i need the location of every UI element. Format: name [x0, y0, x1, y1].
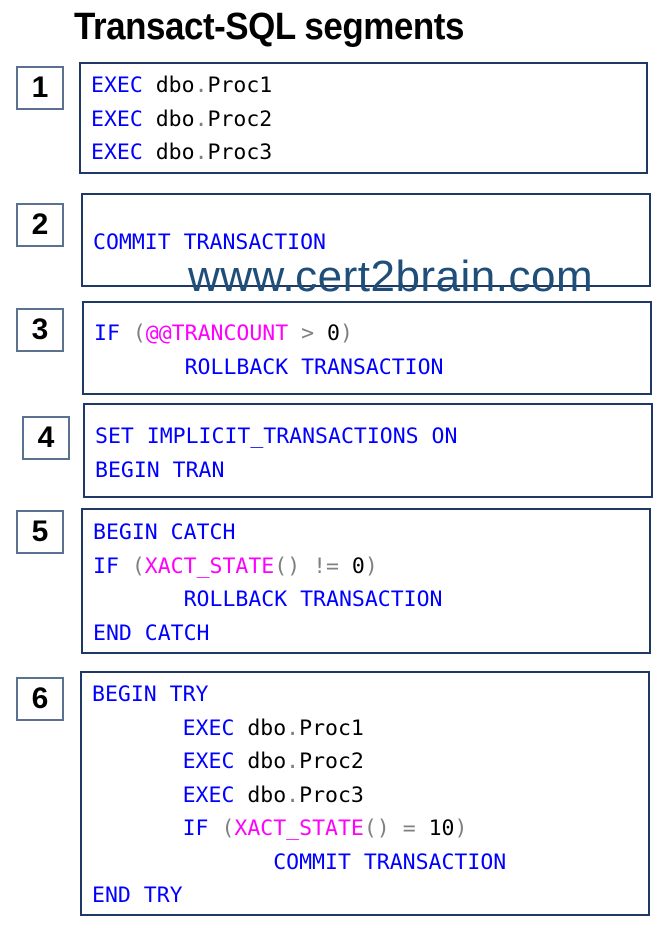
code-line: EXEC dbo.Proc3	[92, 779, 648, 813]
function-token: XACT_STATE	[234, 816, 364, 841]
code-line: EXEC dbo.Proc2	[92, 745, 648, 779]
code-line: ROLLBACK TRANSACTION	[94, 351, 650, 385]
operator-token: () =	[363, 816, 429, 841]
code-line: EXEC dbo.Proc1	[91, 69, 646, 103]
operator-token: .	[194, 73, 208, 98]
identifier-token: Proc2	[207, 106, 273, 132]
keyword-token: IF	[94, 321, 133, 346]
identifier-token: Proc1	[207, 73, 273, 98]
code-segment-4[interactable]: SET IMPLICIT_TRANSACTIONS ON BEGIN TRAN	[83, 403, 653, 498]
code-line: END CATCH	[93, 617, 649, 651]
segment-number-2: 2	[16, 203, 64, 247]
keyword-token: END TRY	[92, 883, 183, 908]
identifier-token: dbo	[234, 715, 287, 741]
operator-token: .	[286, 715, 300, 741]
keyword-token: IF	[92, 816, 222, 841]
operator-token: (	[221, 816, 235, 841]
identifier-token: dbo	[234, 782, 287, 808]
keyword-token: IF	[93, 553, 132, 579]
identifier-token: dbo	[142, 73, 195, 98]
page-title: Transact-SQL segments	[74, 6, 464, 48]
operator-token: >	[288, 321, 328, 346]
segment-number-5: 5	[16, 510, 64, 554]
code-line: END TRY	[92, 879, 648, 913]
identifier-token: 0	[351, 553, 365, 579]
keyword-token: EXEC	[91, 106, 143, 132]
code-line: BEGIN TRAN	[95, 454, 651, 488]
keyword-token: EXEC	[91, 140, 143, 165]
segment-number-4: 4	[22, 416, 70, 460]
keyword-token: ROLLBACK TRANSACTION	[94, 354, 444, 380]
keyword-token: ROLLBACK TRANSACTION	[93, 587, 443, 612]
code-line: IF (@@TRANCOUNT > 0)	[94, 317, 650, 351]
code-line: EXEC dbo.Proc1	[92, 712, 648, 746]
identifier-token: dbo	[142, 140, 195, 165]
code-line: COMMIT TRANSACTION	[92, 846, 648, 880]
keyword-token: COMMIT TRANSACTION	[92, 849, 507, 875]
operator-token: )	[454, 816, 468, 841]
code-segment-3[interactable]: IF (@@TRANCOUNT > 0) ROLLBACK TRANSACTIO…	[82, 301, 652, 395]
identifier-token: Proc1	[299, 715, 364, 741]
code-line: BEGIN TRY	[92, 678, 648, 712]
code-line: IF (XACT_STATE() = 10)	[92, 812, 648, 846]
identifier-token: Proc3	[207, 140, 273, 165]
operator-token: .	[286, 782, 300, 808]
identifier-token: Proc2	[299, 749, 364, 774]
segment-number-3: 3	[16, 308, 64, 352]
code-line: ROLLBACK TRANSACTION	[93, 583, 649, 617]
keyword-token: EXEC	[92, 749, 235, 774]
code-segment-1[interactable]: EXEC dbo.Proc1 EXEC dbo.Proc2 EXEC dbo.Pro…	[79, 62, 648, 174]
code-line: IF (XACT_STATE() != 0)	[93, 550, 649, 584]
segment-number-1: 1	[16, 66, 64, 110]
keyword-token: BEGIN TRAN	[95, 457, 225, 483]
code-line: EXEC dbo.Proc2	[91, 103, 646, 137]
keyword-token: EXEC	[92, 715, 235, 741]
function-token: @@TRANCOUNT	[145, 321, 289, 346]
keyword-token: BEGIN TRY	[92, 682, 209, 707]
code-segment-5[interactable]: BEGIN CATCH IF (XACT_STATE() != 0) ROLLBA…	[81, 508, 651, 654]
operator-token: .	[194, 140, 208, 165]
identifier-token: dbo	[142, 106, 195, 132]
keyword-token: EXEC	[92, 782, 235, 808]
watermark-text: www.cert2brain.com	[188, 252, 594, 301]
code-segment-6[interactable]: BEGIN TRY EXEC dbo.Proc1 EXEC dbo.Proc2 …	[80, 671, 650, 916]
code-line: SET IMPLICIT_TRANSACTIONS ON	[95, 420, 651, 454]
segment-number-6: 6	[16, 677, 64, 721]
operator-token: (	[132, 321, 146, 346]
keyword-token: SET IMPLICIT_TRANSACTIONS ON	[95, 424, 458, 449]
operator-token: (	[131, 553, 145, 579]
function-token: XACT_STATE	[144, 553, 275, 579]
operator-token: )	[364, 553, 378, 579]
keyword-token: BEGIN CATCH	[93, 520, 236, 545]
identifier-token: 0	[327, 321, 340, 346]
operator-token: )	[339, 321, 353, 346]
operator-token: () !=	[274, 553, 352, 579]
keyword-token: END CATCH	[93, 620, 210, 646]
identifier-token: 10	[428, 816, 455, 841]
operator-token: .	[194, 106, 208, 132]
identifier-token: dbo	[234, 749, 287, 774]
code-line: EXEC dbo.Proc3	[91, 136, 646, 170]
operator-token: .	[286, 749, 300, 774]
identifier-token: Proc3	[299, 782, 364, 808]
code-line: BEGIN CATCH	[93, 516, 649, 550]
keyword-token: EXEC	[91, 73, 143, 98]
